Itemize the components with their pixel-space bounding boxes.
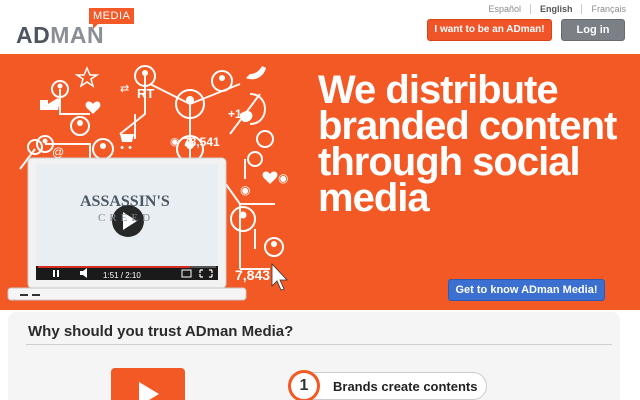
lang-francais[interactable]: Français bbox=[582, 4, 626, 14]
eye-icon: ◉ bbox=[278, 171, 288, 185]
user-icon bbox=[27, 139, 43, 155]
divider bbox=[26, 344, 612, 345]
login-button[interactable]: Log in bbox=[561, 19, 625, 41]
headline-line: through social bbox=[318, 140, 581, 184]
social-network-illustration: ⇄ @ ◉ ◉ ◉ ASSASSIN'S CREED 1:51 / 2:10 R… bbox=[7, 65, 288, 301]
share-count: 7,843 bbox=[235, 267, 270, 283]
headline-line: media bbox=[318, 176, 430, 220]
site-header: MEDIA ADMAN Español English Français I w… bbox=[0, 0, 640, 54]
section-title: Why should you trust ADman Media? bbox=[28, 323, 294, 340]
cursor-icon bbox=[271, 262, 288, 291]
become-adman-button[interactable]: I want to be an ADman! bbox=[427, 19, 552, 41]
retweet-icon: ⇄ bbox=[120, 83, 129, 95]
video-time: 1:51 / 2:10 bbox=[103, 271, 141, 280]
logo-ad-text: AD bbox=[16, 22, 51, 48]
get-to-know-button[interactable]: Get to know ADman Media! bbox=[448, 279, 605, 301]
like-icon bbox=[40, 98, 60, 110]
at-icon: @ bbox=[52, 145, 64, 159]
heart-icon bbox=[85, 101, 101, 114]
step-label: Brands create contents bbox=[333, 379, 478, 394]
step-number-badge: 1 bbox=[288, 370, 320, 400]
video-progress[interactable] bbox=[38, 266, 190, 268]
play-icon-tile bbox=[111, 368, 185, 400]
eye-icon: ◉ bbox=[170, 136, 180, 148]
trust-section: Why should you trust ADman Media? 1 Bran… bbox=[8, 312, 620, 400]
step-pill: 1 Brands create contents bbox=[288, 370, 487, 400]
chat-icon bbox=[240, 111, 253, 123]
headline-line: We distribute bbox=[318, 68, 559, 112]
views-count: 78,541 bbox=[183, 135, 220, 149]
logo-wordmark: ADMAN bbox=[16, 22, 104, 49]
hero-banner: ⇄ @ ◉ ◉ ◉ ASSASSIN'S CREED 1:51 / 2:10 R… bbox=[0, 54, 640, 310]
plus-one-label: +1 bbox=[228, 107, 242, 121]
eye-icon: ◉ bbox=[240, 183, 250, 197]
cart-icon bbox=[120, 134, 134, 149]
lang-espanol[interactable]: Español bbox=[479, 4, 531, 14]
video-title: ASSASSIN'S bbox=[80, 193, 170, 210]
adman-logo[interactable]: MEDIA ADMAN bbox=[16, 6, 136, 50]
star-icon bbox=[74, 66, 100, 88]
language-switcher: Español English Français bbox=[479, 4, 626, 14]
heart-icon bbox=[262, 171, 278, 184]
headline-line: branded content bbox=[318, 104, 617, 148]
retweet-label: RT bbox=[137, 86, 154, 101]
video-subtitle: CREED bbox=[98, 212, 154, 224]
hero-headline: We distribute branded content through so… bbox=[318, 68, 617, 220]
bird-icon bbox=[246, 66, 266, 80]
lang-english[interactable]: English bbox=[531, 4, 583, 14]
user-icon bbox=[247, 151, 263, 167]
user-icon bbox=[256, 130, 274, 148]
user-icon bbox=[230, 206, 256, 232]
logo-man-text: MAN bbox=[50, 22, 105, 48]
